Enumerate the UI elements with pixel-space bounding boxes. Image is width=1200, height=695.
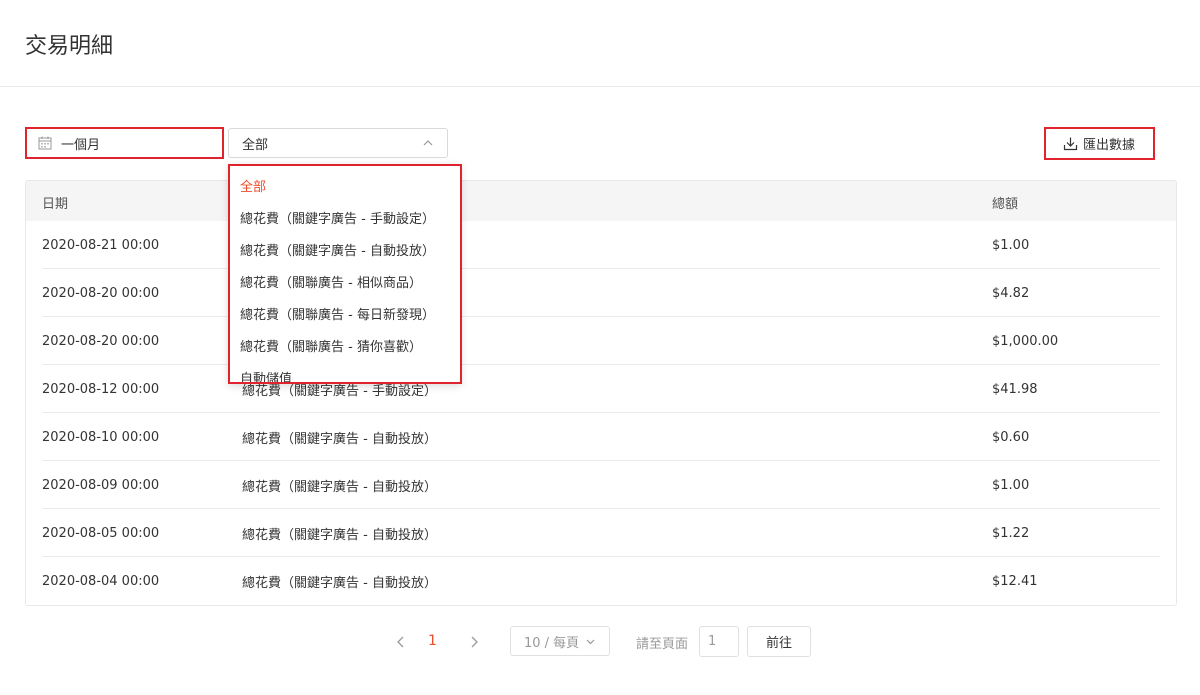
pagination: 1 10 / 每頁 請至頁面 1 前往 xyxy=(0,626,1200,658)
export-highlight xyxy=(1044,127,1155,160)
table-row: 2020-08-04 00:00 總花費（關鍵字廣告 - 自動投放） $12.4… xyxy=(26,557,1176,605)
row-desc: 總花費（關鍵字廣告 - 自動投放） xyxy=(242,479,437,495)
table-row: 2020-08-20 00:00 $4.82 xyxy=(26,269,1176,317)
row-amount: $1.00 xyxy=(992,477,1030,493)
page-header: 交易明細 xyxy=(0,0,1200,87)
row-amount: $0.60 xyxy=(992,429,1030,445)
goto-page-label: 請至頁面 xyxy=(636,637,689,652)
transaction-type-select[interactable]: 全部 xyxy=(228,128,448,158)
chevron-left-icon[interactable] xyxy=(393,634,409,650)
table-body: 2020-08-21 00:00 $1.00 2020-08-20 00:00 … xyxy=(26,221,1176,605)
goto-page-input[interactable]: 1 xyxy=(699,626,739,657)
chevron-right-icon[interactable] xyxy=(466,634,482,650)
page-title: 交易明細 xyxy=(25,34,114,59)
row-amount: $41.98 xyxy=(992,381,1038,397)
row-desc: 總花費（關鍵字廣告 - 自動投放） xyxy=(242,527,437,543)
table-row: 2020-08-10 00:00 總花費（關鍵字廣告 - 自動投放） $0.60 xyxy=(26,413,1176,461)
row-date: 2020-08-21 00:00 xyxy=(42,237,160,253)
row-amount: $12.41 xyxy=(992,573,1038,589)
page-size-select[interactable]: 10 / 每頁 xyxy=(510,626,610,656)
row-amount: $4.82 xyxy=(992,285,1030,301)
row-date: 2020-08-09 00:00 xyxy=(42,477,160,493)
table-row: 2020-08-09 00:00 總花費（關鍵字廣告 - 自動投放） $1.00 xyxy=(26,461,1176,509)
dropdown-option-all[interactable]: 全部 xyxy=(228,172,461,204)
row-date: 2020-08-05 00:00 xyxy=(42,525,160,541)
date-picker-highlight xyxy=(25,127,224,159)
row-date: 2020-08-12 00:00 xyxy=(42,381,160,397)
row-desc: 總花費（關鍵字廣告 - 自動投放） xyxy=(242,431,437,447)
page-number-current[interactable]: 1 xyxy=(428,633,437,649)
row-date: 2020-08-20 00:00 xyxy=(42,285,160,301)
header-amount: 總額 xyxy=(992,197,1019,212)
dropdown-option-auto-topup[interactable]: 自動儲值 xyxy=(228,364,461,384)
header-date: 日期 xyxy=(42,197,69,212)
row-date: 2020-08-04 00:00 xyxy=(42,573,160,589)
page-size-value: 10 / 每頁 xyxy=(524,635,580,651)
table-row: 2020-08-05 00:00 總花費（關鍵字廣告 - 自動投放） $1.22 xyxy=(26,509,1176,557)
row-amount: $1.22 xyxy=(992,525,1030,541)
row-date: 2020-08-20 00:00 xyxy=(42,333,160,349)
chevron-up-icon xyxy=(423,140,433,146)
row-amount: $1.00 xyxy=(992,237,1030,253)
row-desc: 總花費（關鍵字廣告 - 自動投放） xyxy=(242,575,437,591)
table-row: 2020-08-21 00:00 $1.00 xyxy=(26,221,1176,269)
chevron-down-icon xyxy=(586,639,595,644)
row-amount: $1,000.00 xyxy=(992,333,1059,349)
goto-page-button[interactable]: 前往 xyxy=(747,626,811,657)
dropdown-option-related-daily[interactable]: 總花費（關聯廣告 - 每日新發現） xyxy=(228,300,461,332)
dropdown-option-related-recommend[interactable]: 總花費（關聯廣告 - 猜你喜歡） xyxy=(228,332,461,364)
table-row: 2020-08-20 00:00 $1,000.00 xyxy=(26,317,1176,365)
transactions-table: 日期 總額 2020-08-21 00:00 $1.00 2020-08-20 … xyxy=(25,180,1177,606)
row-date: 2020-08-10 00:00 xyxy=(42,429,160,445)
type-select-value: 全部 xyxy=(242,137,269,153)
dropdown-option-keyword-manual[interactable]: 總花費（關鍵字廣告 - 手動設定） xyxy=(228,204,461,236)
dropdown-option-related-similar[interactable]: 總花費（關聯廣告 - 相似商品） xyxy=(228,268,461,300)
transaction-type-dropdown: 全部 總花費（關鍵字廣告 - 手動設定） 總花費（關鍵字廣告 - 自動投放） 總… xyxy=(228,164,461,384)
dropdown-option-keyword-auto[interactable]: 總花費（關鍵字廣告 - 自動投放） xyxy=(228,236,461,268)
table-row: 2020-08-12 00:00 總花費（關鍵字廣告 - 手動設定） $41.9… xyxy=(26,365,1176,413)
table-header: 日期 總額 xyxy=(26,181,1176,221)
